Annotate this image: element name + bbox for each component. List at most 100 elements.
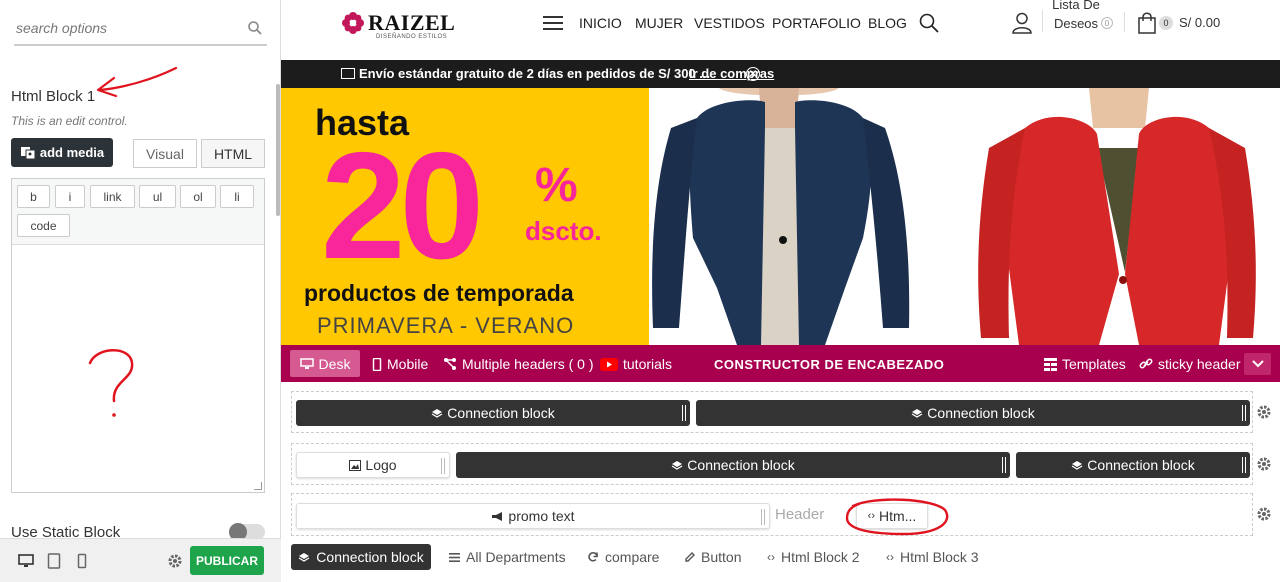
- connection-icon: [298, 553, 310, 562]
- promo-link[interactable]: Ir de compras: [689, 66, 774, 81]
- panel-scrollbar[interactable]: [276, 84, 280, 216]
- block-label: Html Block 3: [900, 549, 979, 565]
- tab-visual[interactable]: Visual: [133, 139, 197, 168]
- list-icon: [449, 552, 460, 562]
- html-textarea[interactable]: [12, 245, 264, 492]
- quicktag-link-button[interactable]: link: [90, 185, 135, 208]
- available-connection-block[interactable]: Connection block: [291, 544, 431, 570]
- site-logo[interactable]: RAIZEL DISEÑANDO ESTILOS: [341, 8, 461, 42]
- publish-button[interactable]: PUBLICAR: [190, 546, 264, 575]
- connection-icon: [1071, 461, 1083, 470]
- resize-handle[interactable]: [1242, 457, 1246, 473]
- quicktag-li-button[interactable]: li: [220, 185, 254, 208]
- nav-item-mujer[interactable]: MUJER: [635, 15, 683, 31]
- menu-icon[interactable]: [543, 15, 563, 31]
- collapse-builder-button[interactable]: [1244, 353, 1271, 375]
- builder-title: CONSTRUCTOR DE ENCABEZADO: [714, 357, 945, 372]
- flower-logo-icon: [342, 12, 364, 34]
- megaphone-icon: [492, 511, 503, 521]
- row-settings-gear-icon[interactable]: [1256, 506, 1272, 522]
- youtube-icon: [600, 357, 618, 371]
- promo-text-block[interactable]: promo text: [296, 503, 770, 529]
- resize-handle[interactable]: [1242, 405, 1246, 421]
- banner-season-text: PRIMAVERA - VERANO: [317, 313, 575, 338]
- templates-label: Templates: [1062, 356, 1126, 372]
- block-label: promo text: [508, 508, 575, 524]
- banner-percent: %: [535, 159, 578, 212]
- available-button[interactable]: Button: [684, 544, 741, 570]
- site-header: RAIZEL DISEÑANDO ESTILOS INICIO MUJER VE…: [281, 0, 1280, 60]
- quicktag-code-button[interactable]: code: [17, 214, 70, 237]
- resize-handle[interactable]: [1002, 457, 1006, 473]
- header-divider: [1124, 12, 1125, 32]
- connection-block[interactable]: Connection block: [296, 400, 690, 426]
- available-compare[interactable]: compare: [587, 544, 659, 570]
- search-icon[interactable]: [919, 13, 939, 33]
- html-editor: b i link ul ol li code: [11, 178, 265, 493]
- sticky-header-button[interactable]: sticky header: [1139, 356, 1240, 372]
- templates-button[interactable]: Templates: [1044, 356, 1126, 372]
- resize-handle[interactable]: [441, 458, 445, 474]
- connection-block[interactable]: Connection block: [696, 400, 1250, 426]
- tab-html[interactable]: HTML: [201, 139, 265, 168]
- user-icon[interactable]: [1012, 12, 1032, 34]
- resize-handle[interactable]: [682, 405, 686, 421]
- desktop-icon[interactable]: [18, 553, 34, 569]
- gear-icon[interactable]: [167, 553, 183, 569]
- hero-banner[interactable]: hasta 20 % dscto. productos de temporada…: [281, 88, 1280, 345]
- add-media-label: add media: [39, 145, 105, 160]
- wishlist-count: 0: [1101, 17, 1113, 29]
- nav-item-vestidos[interactable]: VESTIDOS: [694, 15, 765, 31]
- media-icon: [20, 146, 36, 159]
- block-label: Connection block: [687, 457, 795, 473]
- block-label: Connection block: [447, 405, 555, 421]
- block-label: Connection block: [316, 549, 424, 565]
- logo-text: RAIZEL: [368, 10, 456, 35]
- connection-block[interactable]: Connection block: [1016, 452, 1250, 478]
- tablet-icon[interactable]: [46, 553, 62, 569]
- quicktag-ul-button[interactable]: ul: [139, 185, 176, 208]
- mobile-mode-button[interactable]: Mobile: [372, 356, 428, 372]
- banner-dscto: dscto.: [525, 216, 602, 246]
- control-description: This is an edit control.: [11, 114, 128, 128]
- shopping-bag-icon[interactable]: [1138, 12, 1156, 34]
- promo-bar: Envío estándar gratuito de 2 días en ped…: [281, 60, 1280, 88]
- block-label: compare: [605, 549, 660, 565]
- tutorials-label: tutorials: [623, 356, 673, 372]
- search-box: [14, 14, 267, 46]
- multiple-headers-button[interactable]: Multiple headers ( 0 ): [443, 356, 594, 372]
- connection-icon: [911, 409, 923, 418]
- connection-block[interactable]: Connection block: [456, 452, 1010, 478]
- hierarchy-icon: [444, 358, 456, 370]
- quicktag-bold-button[interactable]: b: [17, 185, 50, 208]
- add-media-button[interactable]: add media: [11, 138, 113, 167]
- quicktag-ol-button[interactable]: ol: [180, 185, 216, 208]
- row-settings-gear-icon[interactable]: [1256, 404, 1272, 420]
- available-all-departments[interactable]: All Departments: [449, 544, 566, 570]
- row-settings-gear-icon[interactable]: [1256, 456, 1272, 472]
- connection-icon: [671, 461, 683, 470]
- search-icon[interactable]: [247, 20, 263, 36]
- tutorials-link[interactable]: tutorials: [600, 356, 672, 372]
- close-icon[interactable]: ✕: [746, 67, 760, 81]
- banner-photo: [649, 88, 1280, 345]
- wishlist-link[interactable]: Lista De Deseos: [1051, 0, 1101, 33]
- nav-item-blog[interactable]: BLOG: [868, 15, 907, 31]
- nav-item-inicio[interactable]: INICIO: [579, 15, 622, 31]
- quicktag-italic-button[interactable]: i: [55, 185, 85, 208]
- header-builder-bar: Desk Mobile Multiple headers ( 0 ) tutor…: [281, 345, 1280, 382]
- resize-grip[interactable]: [254, 482, 262, 490]
- available-html-block-2[interactable]: ‹› Html Block 2: [767, 544, 860, 570]
- sticky-header-label: sticky header: [1158, 356, 1241, 372]
- mobile-icon[interactable]: [74, 553, 90, 569]
- resize-handle[interactable]: [761, 509, 765, 525]
- panel-footer: PUBLICAR: [0, 538, 281, 582]
- cart-total[interactable]: S/ 0.00: [1179, 15, 1220, 30]
- banner-products-text: productos de temporada: [304, 280, 574, 306]
- available-html-block-3[interactable]: ‹› Html Block 3: [886, 544, 979, 570]
- desktop-mode-button[interactable]: Desk: [290, 350, 360, 377]
- builder-row-main: Logo Connection block Connection block: [291, 443, 1253, 485]
- logo-block[interactable]: Logo: [296, 452, 450, 478]
- nav-item-portafolio[interactable]: PORTAFOLIO: [772, 15, 861, 31]
- search-input[interactable]: [16, 14, 236, 42]
